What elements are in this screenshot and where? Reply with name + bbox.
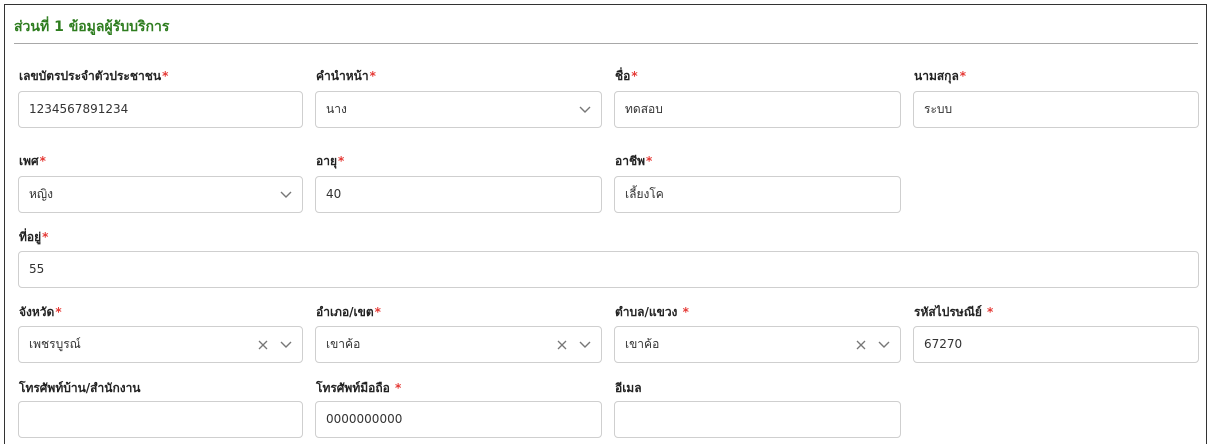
address-label: ที่อยู่* [19, 230, 49, 244]
chevron-down-icon[interactable] [579, 106, 591, 114]
chevron-down-icon[interactable] [280, 191, 292, 199]
home-phone-input[interactable] [18, 401, 303, 438]
province-label: จังหวัด* [19, 305, 62, 319]
address-input[interactable]: 55 [18, 251, 1199, 288]
occupation-label: อาชีพ* [615, 154, 653, 168]
section-divider [14, 43, 1198, 44]
district-select[interactable]: เขาค้อ [315, 326, 602, 363]
id-card-input[interactable]: 1234567891234 [18, 91, 303, 128]
province-select[interactable]: เพชรบูรณ์ [18, 326, 303, 363]
close-icon[interactable] [557, 340, 567, 350]
prefix-label: คำนำหน้า* [316, 69, 376, 83]
age-label: อายุ* [316, 154, 345, 168]
gender-select[interactable]: หญิง [18, 176, 303, 213]
occupation-input[interactable]: เลี้ยงโค [614, 176, 901, 213]
prefix-select[interactable]: นาง [315, 91, 602, 128]
district-value: เขาค้อ [326, 337, 361, 351]
close-icon[interactable] [258, 340, 268, 350]
email-label: อีเมล [615, 381, 642, 395]
first-name-input[interactable]: ทดสอบ [614, 91, 901, 128]
gender-label: เพศ* [19, 154, 46, 168]
age-input[interactable]: 40 [315, 176, 602, 213]
first-name-label: ชื่อ* [615, 69, 638, 83]
email-input[interactable] [614, 401, 901, 438]
mobile-input[interactable]: 0000000000 [315, 401, 602, 438]
last-name-label: นามสกุล* [914, 69, 967, 83]
subdistrict-select[interactable]: เขาค้อ [614, 326, 901, 363]
home-phone-label: โทรศัพท์บ้าน/สำนักงาน [19, 381, 141, 395]
subdistrict-value: เขาค้อ [625, 337, 660, 351]
section-title: ส่วนที่ 1 ข้อมูลผู้รับบริการ [14, 19, 170, 35]
last-name-input[interactable]: ระบบ [913, 91, 1199, 128]
id-card-label: เลขบัตรประจำตัวประชาชน* [19, 69, 169, 83]
chevron-down-icon[interactable] [579, 341, 591, 349]
postcode-input[interactable]: 67270 [913, 326, 1199, 363]
province-value: เพชรบูรณ์ [29, 337, 81, 351]
chevron-down-icon[interactable] [878, 341, 890, 349]
prefix-value: นาง [326, 102, 347, 116]
gender-value: หญิง [29, 187, 53, 201]
district-label: อำเภอ/เขต* [316, 305, 381, 319]
subdistrict-label: ตำบล/แขวง * [615, 305, 689, 319]
chevron-down-icon[interactable] [280, 341, 292, 349]
close-icon[interactable] [856, 340, 866, 350]
postcode-label: รหัสไปรษณีย์ * [914, 305, 994, 319]
form-panel [4, 4, 1207, 444]
mobile-label: โทรศัพท์มือถือ * [316, 381, 402, 395]
